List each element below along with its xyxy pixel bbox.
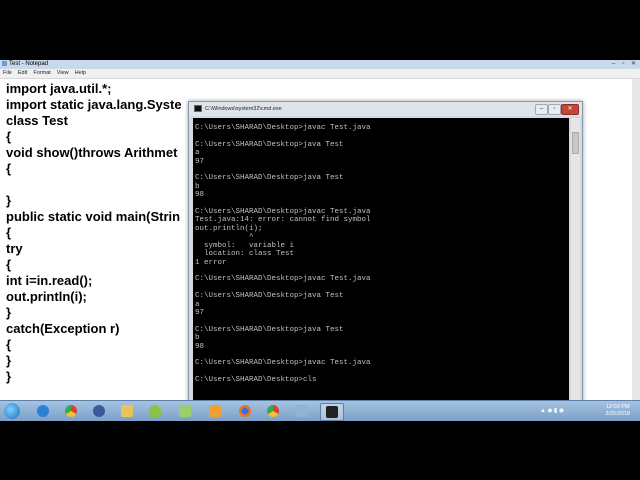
cmd-output: C:\Users\SHARAD\Desktop>javac Test.java … xyxy=(195,124,371,385)
menu-edit[interactable]: Edit xyxy=(18,70,27,76)
taskbar-media[interactable] xyxy=(88,403,110,419)
code-line: out.println(i); xyxy=(6,289,87,304)
clock[interactable]: 12:03 PM 3/25/2018 xyxy=(606,404,630,418)
code-line: public static void main(Strin xyxy=(6,209,181,224)
taskbar-explorer[interactable] xyxy=(116,403,138,419)
taskbar-folder[interactable] xyxy=(174,403,196,419)
chrome-icon xyxy=(65,405,77,417)
cmd-icon xyxy=(194,105,202,113)
taskbar: ▲ ◆ ▮ ◉ 12:03 PM 3/25/2018 xyxy=(0,400,640,421)
code-line: import java.util.*; xyxy=(6,81,112,96)
media-player-icon xyxy=(209,405,221,417)
clock-time: 12:03 PM xyxy=(605,404,630,410)
code-line: void show()throws Arithmet xyxy=(6,145,178,160)
cmd-console[interactable]: C:\Users\SHARAD\Desktop>javac Test.java … xyxy=(193,118,569,400)
menu-format[interactable]: Format xyxy=(33,70,50,76)
cmd-scrollbar[interactable] xyxy=(571,118,580,400)
taskbar-ie[interactable] xyxy=(32,403,54,419)
explorer-icon xyxy=(121,405,133,417)
tray-icons[interactable]: ▲ ◆ ▮ ◉ xyxy=(540,407,564,414)
code-line: { xyxy=(6,225,12,240)
media-icon xyxy=(93,405,105,417)
code-line: { xyxy=(6,337,12,352)
notepad-icon xyxy=(295,405,307,417)
notepad-scrollbar[interactable] xyxy=(632,79,640,405)
close-button[interactable]: ✕ xyxy=(629,61,638,68)
menu-file[interactable]: File xyxy=(3,70,12,76)
cmd-window: C:\Windows\system32\cmd.exe – ▫ ✕ C:\Use… xyxy=(188,101,583,403)
code-line: } xyxy=(6,369,12,384)
ie-icon xyxy=(37,405,49,417)
android-icon xyxy=(149,405,161,417)
code-line: import static java.lang.Syste xyxy=(6,97,182,112)
notepad-menubar: File Edit Format View Help xyxy=(0,69,640,79)
desktop: Test - Notepad – ▫ ✕ File Edit Format View H… xyxy=(0,60,640,420)
code-line: { xyxy=(6,161,12,176)
taskbar-chrome[interactable] xyxy=(60,403,82,419)
notepad-icon xyxy=(2,60,7,66)
cmd-titlebar[interactable]: C:\Windows\system32\cmd.exe – ▫ ✕ xyxy=(189,102,582,116)
taskbar-chrome-alt[interactable] xyxy=(262,403,284,419)
cmd-minimize-button[interactable]: – xyxy=(535,104,548,115)
menu-help[interactable]: Help xyxy=(75,70,86,76)
menu-view[interactable]: View xyxy=(57,70,69,76)
taskbar-cmd[interactable] xyxy=(320,403,344,421)
minimize-button[interactable]: – xyxy=(609,61,618,68)
clock-date: 3/25/2018 xyxy=(605,411,630,417)
code-line: int i=in.read(); xyxy=(6,273,93,288)
taskbar-firefox[interactable] xyxy=(234,403,256,419)
notepad-titlebar[interactable]: Test - Notepad – ▫ ✕ xyxy=(0,60,640,69)
folder-icon xyxy=(179,405,191,417)
code-line: } xyxy=(6,305,12,320)
chrome-alt-icon xyxy=(267,405,279,417)
taskbar-android[interactable] xyxy=(144,403,166,419)
code-line: { xyxy=(6,129,12,144)
code-line: } xyxy=(6,353,12,368)
start-button[interactable] xyxy=(4,403,20,419)
code-line: } xyxy=(6,193,12,208)
cmd-maximize-button[interactable]: ▫ xyxy=(548,104,561,115)
code-line: catch(Exception r) xyxy=(6,321,120,336)
taskbar-media-player[interactable] xyxy=(204,403,226,419)
system-tray: ▲ ◆ ▮ ◉ 12:03 PM 3/25/2018 xyxy=(540,401,640,421)
code-line: try xyxy=(6,241,23,256)
maximize-button[interactable]: ▫ xyxy=(619,61,628,68)
code-line: { xyxy=(6,257,12,272)
code-line: class Test xyxy=(6,113,68,128)
cmd-scrollbar-thumb[interactable] xyxy=(572,132,579,154)
taskbar-notepad[interactable] xyxy=(290,403,312,419)
cmd-title: C:\Windows\system32\cmd.exe xyxy=(205,106,282,112)
cmd-icon xyxy=(326,406,338,418)
cmd-close-button[interactable]: ✕ xyxy=(561,104,579,115)
notepad-title: Test - Notepad xyxy=(9,61,49,67)
firefox-icon xyxy=(239,405,251,417)
